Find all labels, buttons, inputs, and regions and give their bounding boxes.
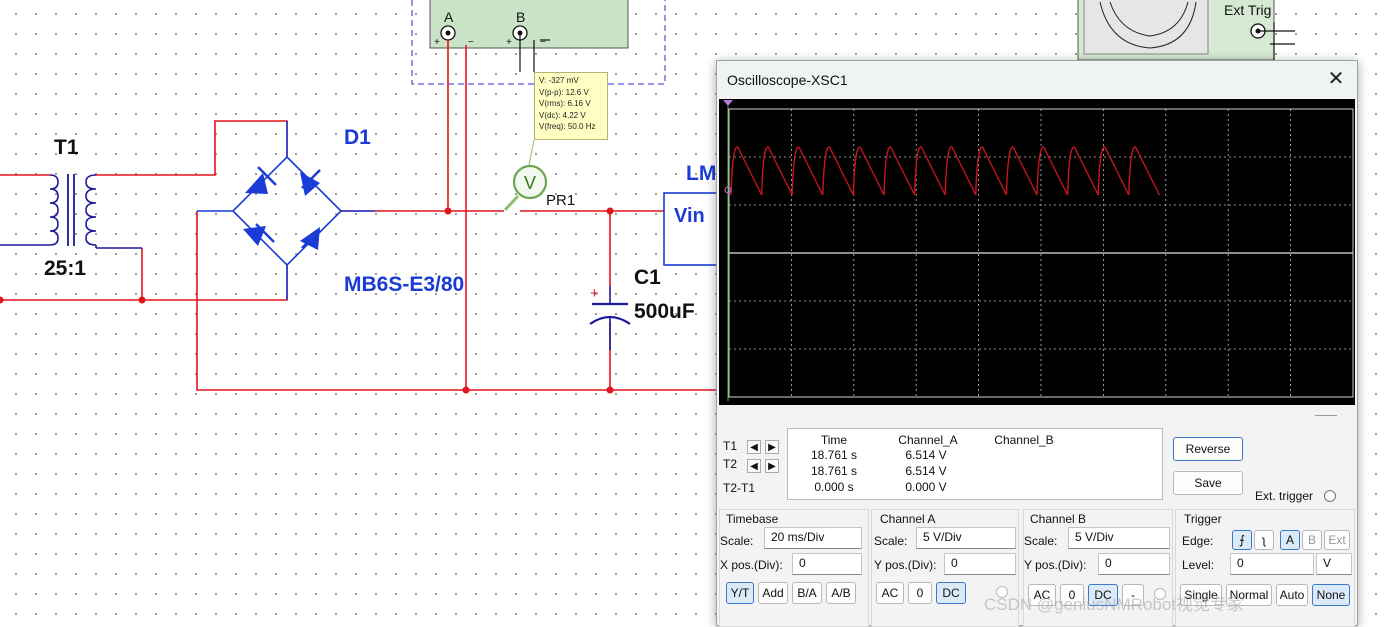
svg-text:−: − [468,37,474,48]
oscilloscope-window[interactable]: Oscilloscope-XSC1 ✕ T1 ◀ ▶ T2 ◀ ▶ T2-T1 … [716,60,1358,627]
save-button[interactable]: Save [1173,471,1243,495]
probe-ref: PR1 [546,192,575,209]
timebase-group: Timebase Scale: 20 ms/Div X pos.(Div): 0… [719,509,869,627]
channel-a-zero-button[interactable]: 0 [908,582,932,604]
channel-a-scale-field[interactable]: 5 V/Div [916,527,1016,549]
watermark: CSDN @geniusNMRobot视觉专家 [984,595,1245,614]
probe-tooltip: V: -327 mV V(p-p): 12.6 V V(rms): 6.16 V… [534,72,608,140]
row-diff-time: 0.000 s [814,480,854,494]
probe-vrms: V(rms): 6.16 V [539,99,591,109]
edge-label: Edge: [1182,534,1214,548]
trigger-none-button[interactable]: None [1312,584,1350,606]
probe-vdc: V(dc): 4.22 V [539,110,586,120]
row-diff-channel-a: 0.000 V [905,480,947,494]
timebase-title: Timebase [726,512,779,526]
capacitor-value: 500uF [634,300,695,323]
t1-right-arrow-icon[interactable]: ▶ [765,440,779,454]
t2-t1-label: T2-T1 [723,481,756,495]
mode-ab-button[interactable]: A/B [826,582,856,604]
channel-b-ypos-label: Y pos.(Div): [1024,558,1087,572]
svg-text:+: + [506,37,512,48]
channel-a-dc-button[interactable]: DC [936,582,966,604]
timebase-scale-label: Scale: [720,534,754,548]
channel-a-ac-button[interactable]: AC [876,582,904,604]
level-field[interactable]: 0 [1230,553,1314,575]
capacitor-c1[interactable]: + C1 500uF [589,266,695,350]
t2-right-arrow-icon[interactable]: ▶ [765,459,779,473]
channel-b-title: Channel B [1030,512,1087,526]
channel-a-ypos-label: Y pos.(Div): [874,558,937,572]
terminal-a-label: A [444,9,454,25]
x-pos-field[interactable]: 0 [792,553,862,575]
level-unit-field[interactable]: V [1316,553,1352,575]
header-channel-a: Channel_A [898,433,958,447]
wires [0,40,716,391]
mode-add-button[interactable]: Add [758,582,788,604]
svg-text:+: + [434,37,440,48]
t2-label: T2 [723,457,738,471]
t1-label: T1 [723,439,738,453]
row-t2-time: 18.761 s [810,464,858,478]
probe-v: V: -327 mV [539,76,579,85]
terminal-b-label: B [516,9,525,25]
ext-trig-instrument[interactable]: Ext Trig [1077,0,1295,61]
header-channel-b: Channel_B [994,433,1054,447]
probe-vfreq: V(freq): 50.0 Hz [539,122,596,132]
timebase-scale-field[interactable]: 20 ms/Div [764,527,862,549]
row-t1-time: 18.761 s [810,448,858,462]
ext-trigger-radio[interactable] [1324,490,1336,502]
window-title: Oscilloscope-XSC1 [727,72,848,88]
falling-edge-icon[interactable]: ʅ [1254,530,1274,550]
header-time: Time [820,433,848,447]
t1-left-arrow-icon[interactable]: ◀ [747,440,761,454]
voltage-probe-pr1[interactable]: V PR1 [503,139,575,212]
rising-edge-icon[interactable]: ⨍ [1232,530,1252,550]
x-pos-label: X pos.(Div): [720,558,783,572]
t2-left-arrow-icon[interactable]: ◀ [747,459,761,473]
channel-b-scale-field[interactable]: 5 V/Div [1068,527,1170,549]
transformer-ref: T1 [54,136,79,159]
channel-a-scale-label: Scale: [874,534,908,548]
window-titlebar[interactable]: Oscilloscope-XSC1 ✕ [717,61,1357,97]
capacitor-polarity: + [590,285,599,302]
mode-yt-button[interactable]: Y/T [726,582,754,604]
regulator-vin-pin: Vin [674,205,705,227]
transformer-t1[interactable]: T1 25:1 [0,136,142,280]
trigger-source-a-button[interactable]: A [1280,530,1300,550]
scope-display[interactable] [719,99,1355,405]
bridge-ref: D1 [344,126,371,149]
probe-vpp: V(p-p): 12.6 V [539,87,589,97]
reverse-button[interactable]: Reverse [1173,437,1243,461]
mode-ba-button[interactable]: B/A [792,582,822,604]
row-t1-channel-a: 6.514 V [905,448,947,462]
ext-trig-label: Ext Trig [1224,2,1271,18]
transformer-ratio: 25:1 [44,257,86,280]
trigger-source-ext-button[interactable]: Ext [1324,530,1350,550]
row-t2-channel-a: 6.514 V [905,464,947,478]
level-label: Level: [1182,558,1215,572]
close-icon[interactable]: ✕ [1321,65,1351,93]
channel-a-ypos-field[interactable]: 0 [944,553,1016,575]
channel-b-scale-label: Scale: [1024,534,1058,548]
ext-trigger-label: Ext. trigger [1255,489,1314,503]
capacitor-ref: C1 [634,266,661,289]
trigger-title: Trigger [1184,512,1222,526]
regulator-ref: LM [686,162,716,185]
probe-v-icon: V [524,173,536,193]
channel-b-ypos-field[interactable]: 0 [1098,553,1170,575]
svg-text:−: − [540,37,546,48]
bridge-part: MB6S-E3/80 [344,273,464,296]
trigger-auto-button[interactable]: Auto [1276,584,1308,606]
channel-a-title: Channel A [880,512,936,526]
cursor-readout-table: Time Channel_A Channel_B 18.761 s 6.514 … [787,428,1163,500]
trigger-source-b-button[interactable]: B [1302,530,1322,550]
panel-resize-grip[interactable] [1315,415,1337,418]
